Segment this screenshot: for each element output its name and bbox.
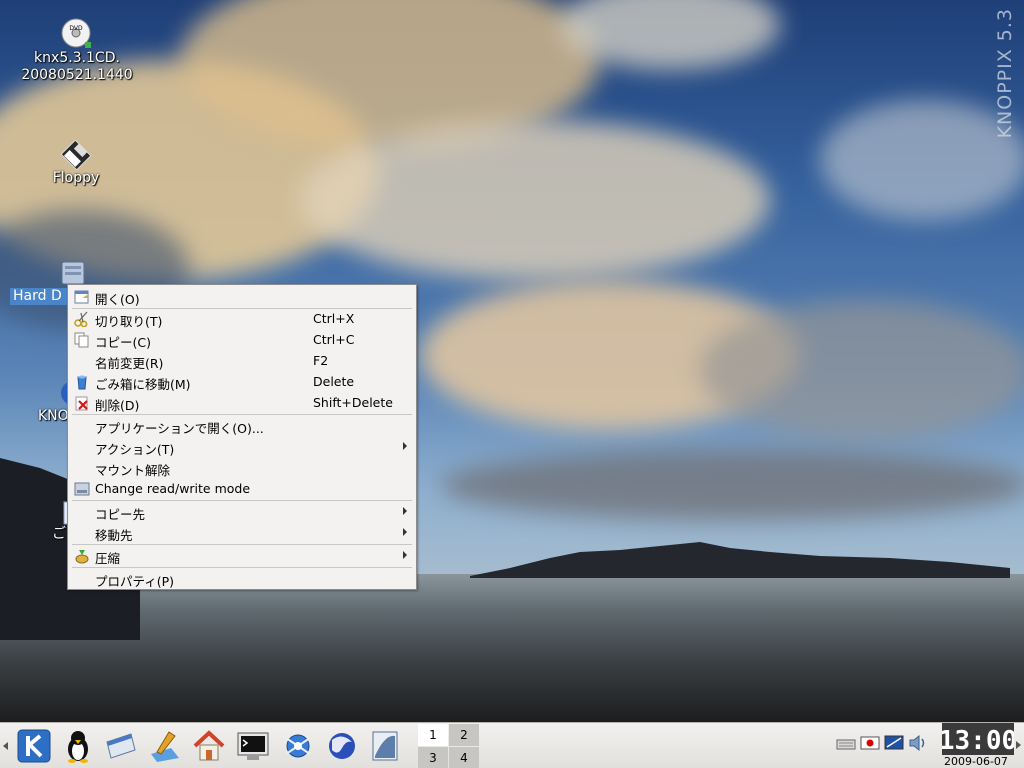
cloud [440, 450, 1024, 520]
drive-icon [74, 482, 90, 496]
menu-item-cut[interactable]: 切り取り(T) Ctrl+X [69, 308, 415, 329]
menu-item-label: Change read/write mode [95, 481, 251, 496]
floppy-icon [60, 140, 92, 170]
paint-icon [151, 731, 179, 762]
desktop-icon-dvd[interactable]: DVD knx5.3.1CD. 20080521.1440 [18, 18, 136, 84]
clock-time: 13:00 [942, 726, 1014, 755]
menu-item-delete[interactable]: 削除(D) Shift+Delete [69, 392, 415, 413]
dvd-icon: DVD [61, 18, 91, 48]
pager-desktop-3[interactable]: 3 [418, 747, 448, 768]
sea [0, 574, 1024, 722]
display-icon[interactable] [884, 734, 904, 752]
menu-item-label: 圧縮 [95, 551, 121, 566]
menu-item-label: コピー先 [95, 507, 146, 522]
konqueror-launcher[interactable] [280, 728, 316, 764]
terminal-icon [237, 732, 269, 760]
submenu-arrow-icon [403, 507, 407, 515]
menu-item-label: 開く(O) [95, 292, 140, 307]
desktop-icon-label: knx5.3.1CD. [34, 50, 120, 66]
menu-item-actions[interactable]: アクション(T) [69, 436, 415, 457]
kde-menu-button[interactable] [16, 728, 52, 764]
menu-item-label: アプリケーションで開く(O)... [95, 421, 264, 436]
desktop-icon-label: Floppy [52, 170, 100, 186]
submenu-arrow-icon [403, 528, 407, 536]
paint-launcher[interactable] [147, 728, 183, 764]
mountain-silhouette [470, 542, 1010, 578]
volume-icon[interactable] [908, 734, 928, 752]
menu-item-move-to-trash[interactable]: ごみ箱に移動(M) Delete [69, 371, 415, 392]
menu-item-label: 削除(D) [95, 398, 140, 413]
office-launcher[interactable] [367, 728, 403, 764]
menu-item-shortcut: Delete [313, 374, 355, 389]
menu-item-label: 切り取り(T) [95, 314, 163, 329]
menu-item-copy-to[interactable]: コピー先 [69, 501, 415, 522]
cloud [700, 300, 1024, 440]
home-icon [193, 730, 225, 761]
context-menu: 開く(O) 切り取り(T) Ctrl+X コピー(C) Ctrl+C 名前変更(… [67, 284, 417, 590]
language-flag-icon[interactable] [860, 734, 880, 752]
compress-icon [75, 550, 89, 564]
menu-item-change-rw-mode[interactable]: Change read/write mode [69, 478, 415, 499]
pager-desktop-4[interactable]: 4 [449, 747, 479, 768]
menu-item-open[interactable]: 開く(O) [69, 286, 415, 307]
menu-item-shortcut: F2 [313, 353, 329, 368]
menu-item-unmount[interactable]: マウント解除 [69, 457, 415, 478]
clock-date: 2009-06-07 [944, 755, 1008, 768]
penguin-icon [68, 731, 88, 763]
copy-icon [74, 332, 89, 348]
panel-hide-right-icon[interactable] [1016, 741, 1021, 749]
cloud [300, 120, 770, 280]
office-icon [372, 731, 398, 761]
desktop-icon-label: 20080521.1440 [21, 67, 133, 83]
keyboard-icon[interactable] [836, 734, 856, 752]
menu-item-label: 名前変更(R) [95, 356, 164, 371]
panel-hide-left-icon[interactable] [3, 742, 8, 750]
desktop-icon-floppy[interactable]: Floppy [40, 140, 112, 187]
browser-launcher[interactable] [324, 728, 360, 764]
pager-desktop-2[interactable]: 2 [449, 724, 479, 746]
menu-item-label: アクション(T) [95, 442, 175, 457]
window-icon [106, 733, 136, 759]
submenu-arrow-icon [403, 442, 407, 450]
menu-item-open-with[interactable]: アプリケーションで開く(O)... [69, 415, 415, 436]
penguin-launcher[interactable] [60, 728, 96, 764]
menu-item-label: 移動先 [95, 528, 133, 543]
knoppix-watermark: KNOPPIX 5.3 [994, 8, 1016, 139]
desktop-pager: 1 2 3 4 [416, 723, 479, 768]
menu-item-shortcut: Ctrl+C [313, 332, 355, 347]
menu-item-label: ごみ箱に移動(M) [95, 377, 191, 392]
menu-item-label: コピー(C) [95, 335, 151, 350]
menu-item-copy[interactable]: コピー(C) Ctrl+C [69, 329, 415, 350]
window-launcher[interactable] [103, 728, 139, 764]
clock[interactable]: 13:00 [942, 723, 1014, 755]
browser-icon [329, 733, 355, 759]
submenu-arrow-icon [403, 551, 407, 559]
scissors-icon [74, 311, 88, 327]
kde-menu-icon [17, 729, 51, 763]
home-launcher[interactable] [191, 728, 227, 764]
svg-text:DVD: DVD [69, 25, 83, 32]
menu-item-shortcut: Ctrl+X [313, 311, 355, 326]
menu-item-label: プロパティ(P) [95, 574, 175, 589]
menu-item-properties[interactable]: プロパティ(P) [69, 568, 415, 589]
svg-text:13:00: 13:00 [942, 726, 1014, 755]
konqueror-icon [285, 734, 311, 758]
delete-icon [75, 396, 88, 411]
menu-item-label: マウント解除 [95, 463, 171, 478]
menu-item-move-to[interactable]: 移動先 [69, 522, 415, 543]
menu-item-rename[interactable]: 名前変更(R) F2 [69, 350, 415, 371]
menu-item-shortcut: Shift+Delete [313, 395, 393, 410]
terminal-launcher[interactable] [235, 728, 271, 764]
trash-move-icon [77, 375, 87, 390]
open-icon [74, 290, 89, 304]
menu-item-compress[interactable]: 圧縮 [69, 545, 415, 566]
pager-desktop-1[interactable]: 1 [418, 724, 448, 746]
